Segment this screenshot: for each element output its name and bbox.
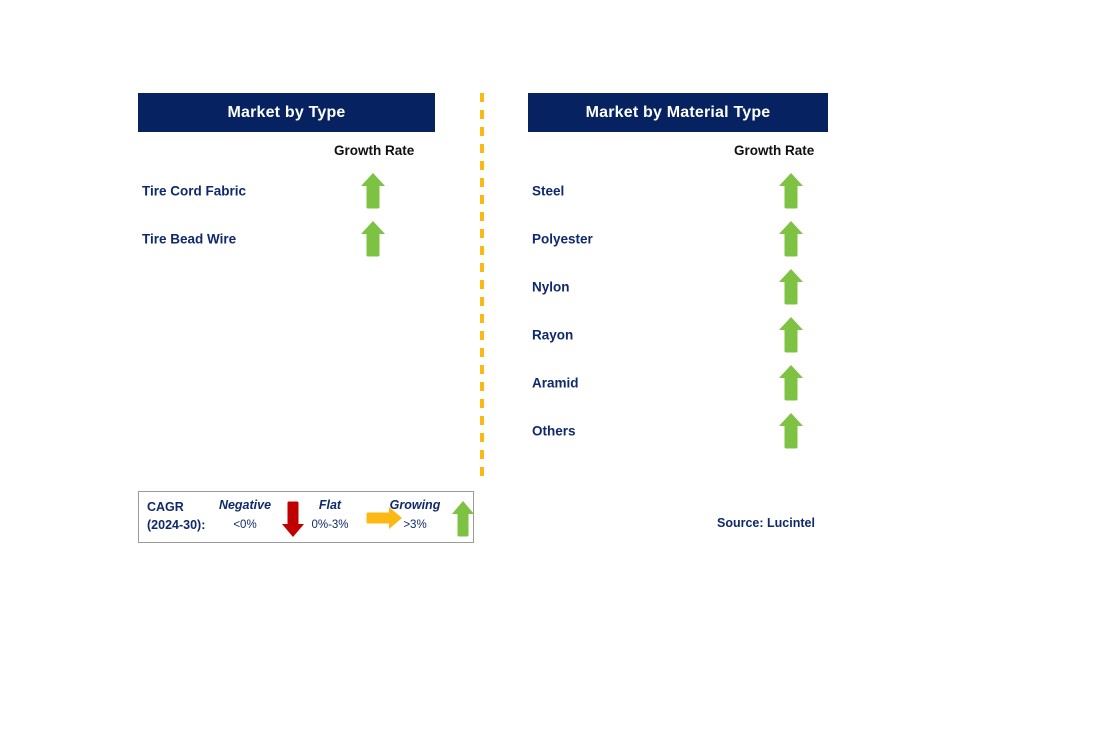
legend-term-flat: Flat: [318, 498, 342, 512]
list-item[interactable]: Aramid: [528, 359, 868, 407]
legend-title-line2: (2024-30):: [147, 518, 206, 532]
legend-title-line1: CAGR: [147, 500, 184, 514]
up-arrow-icon: [778, 316, 804, 354]
legend-entry-growing: Growing >3%: [381, 497, 449, 534]
legend-title: CAGR (2024-30):: [147, 498, 205, 534]
segment-label: Others: [532, 423, 576, 439]
legend-term-growing: Growing: [389, 498, 441, 512]
up-arrow-icon: [778, 220, 804, 258]
list-item[interactable]: Polyester: [528, 215, 868, 263]
segment-label: Nylon: [532, 279, 570, 295]
segment-label: Steel: [532, 183, 565, 199]
segment-label: Polyester: [532, 231, 593, 247]
list-item[interactable]: Others: [528, 407, 868, 455]
list-item[interactable]: Tire Cord Fabric: [138, 167, 478, 215]
segment-list-type: Tire Cord Fabric Tire Bead Wire: [138, 167, 478, 263]
panel-market-by-type: Market by Type: [138, 93, 435, 132]
legend-range-flat: 0%-3%: [311, 519, 349, 531]
legend-entry-negative: Negative <0%: [211, 497, 279, 534]
vertical-dashed-divider: [480, 93, 484, 481]
panel-title-market-by-material-type: Market by Material Type: [528, 93, 828, 132]
segment-label: Rayon: [532, 327, 574, 343]
panel-market-by-material-type: Market by Material Type: [528, 93, 828, 132]
column-header-growth-rate-right: Growth Rate: [734, 143, 815, 158]
legend-range-negative: <0%: [233, 519, 257, 531]
segment-label: Tire Bead Wire: [142, 231, 237, 247]
segment-label: Tire Cord Fabric: [142, 183, 247, 199]
list-item[interactable]: Tire Bead Wire: [138, 215, 478, 263]
segment-list-material-type: Steel Polyester Nylon Rayon Aramid Other…: [528, 167, 868, 455]
up-arrow-icon: [360, 172, 386, 210]
column-header-growth-rate-left: Growth Rate: [334, 143, 415, 158]
legend-entry-flat: Flat 0%-3%: [299, 497, 361, 534]
panel-title-market-by-type: Market by Type: [138, 93, 435, 132]
list-item[interactable]: Steel: [528, 167, 868, 215]
list-item[interactable]: Rayon: [528, 311, 868, 359]
legend-range-growing: >3%: [403, 519, 427, 531]
source-attribution: Source: Lucintel: [717, 516, 815, 530]
up-arrow-icon: [778, 412, 804, 450]
list-item[interactable]: Nylon: [528, 263, 868, 311]
cagr-legend: CAGR (2024-30): Negative <0% Flat 0%-3%: [138, 491, 474, 543]
up-arrow-icon: [778, 268, 804, 306]
up-arrow-icon: [451, 500, 475, 538]
segment-label: Aramid: [532, 375, 579, 391]
legend-term-negative: Negative: [218, 498, 272, 512]
up-arrow-icon: [360, 220, 386, 258]
up-arrow-icon: [778, 172, 804, 210]
infographic-canvas: Market by Type Growth Rate Tire Cord Fab…: [0, 0, 1106, 753]
up-arrow-icon: [778, 364, 804, 402]
